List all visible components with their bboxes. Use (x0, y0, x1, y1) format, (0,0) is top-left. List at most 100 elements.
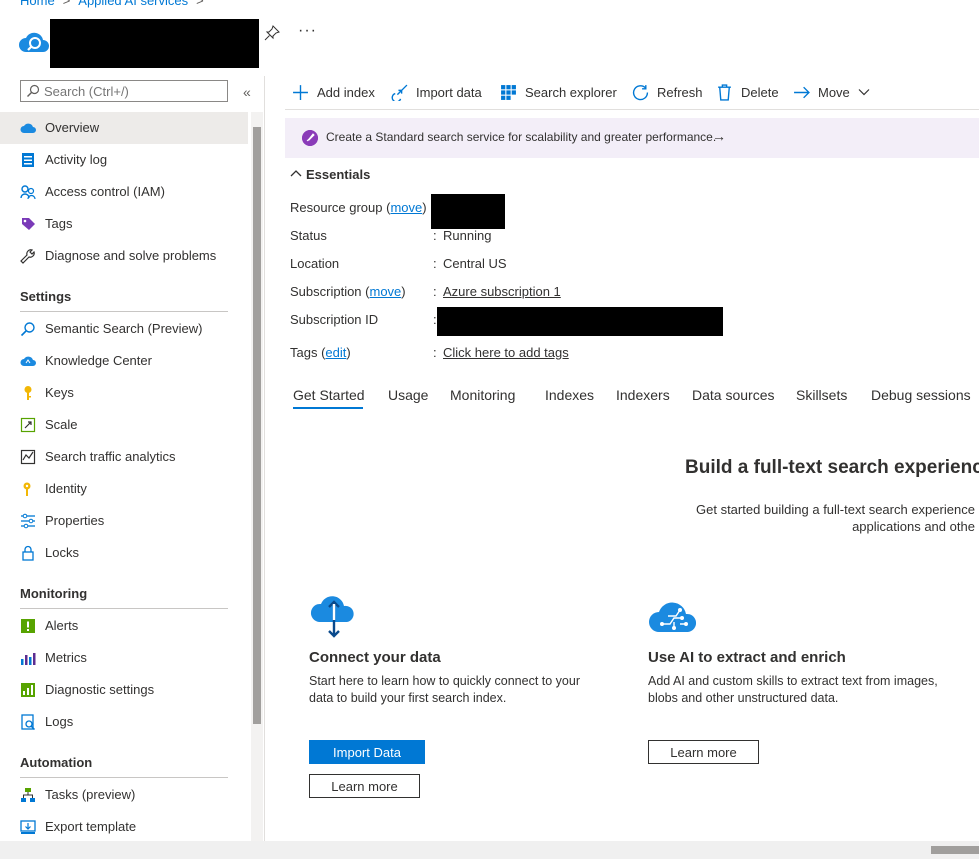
sidebar-item-label: Activity log (45, 152, 108, 167)
sidebar-item-label: Knowledge Center (45, 353, 152, 368)
rocket-icon (302, 130, 318, 146)
sidebar-item-scale[interactable]: Scale (0, 409, 248, 441)
sidebar-item-access-control[interactable]: Access control (IAM) (0, 176, 248, 208)
sidebar-item-export-template[interactable]: Export template (0, 811, 248, 843)
import-data-label: Import data (416, 84, 482, 100)
status-label: Status (290, 228, 327, 243)
identity-icon (23, 482, 31, 496)
horizontal-scrollbar[interactable] (0, 841, 979, 859)
sidebar-search[interactable] (20, 80, 228, 102)
essentials-heading: Essentials (306, 167, 371, 182)
sidebar-item-tasks[interactable]: Tasks (preview) (0, 779, 248, 811)
search-icon (27, 84, 40, 97)
scale-icon (20, 417, 36, 433)
sidebar-item-diagnose[interactable]: Diagnose and solve problems (0, 240, 248, 272)
sidebar-item-label: Properties (45, 513, 105, 528)
sidebar-item-label: Overview (45, 120, 100, 135)
sidebar-item-label: Diagnostic settings (45, 682, 155, 697)
import-icon (391, 84, 408, 101)
chevron-down-icon (858, 89, 870, 96)
delete-button[interactable]: Delete (716, 83, 779, 101)
breadcrumb-home[interactable]: Home (20, 0, 55, 8)
sidebar-search-input[interactable] (44, 83, 224, 99)
horizontal-scrollbar-thumb[interactable] (931, 846, 979, 854)
card-connect-title: Connect your data (309, 649, 441, 666)
tab-get-started[interactable]: Get Started (293, 387, 365, 403)
section-automation: Automation (20, 755, 93, 770)
subscription-move-link[interactable]: move (370, 284, 402, 299)
export-icon (20, 820, 36, 834)
sidebar-item-knowledge-center[interactable]: Knowledge Center (0, 345, 248, 377)
colon: : (433, 256, 437, 271)
sidebar-item-logs[interactable]: Logs (0, 706, 248, 738)
banner-text: Create a Standard search service for sca… (326, 130, 717, 144)
cloud-ai-icon (649, 602, 697, 632)
sidebar-item-tags[interactable]: Tags (0, 208, 248, 240)
tab-debug-sessions[interactable]: Debug sessions (871, 387, 971, 403)
activity-log-icon (22, 153, 34, 167)
status-value: Running (443, 228, 492, 243)
sidebar-item-label: Metrics (45, 650, 87, 665)
people-icon (20, 185, 36, 200)
learn-more-connect-button[interactable]: Learn more (309, 774, 420, 798)
tab-data-sources[interactable]: Data sources (692, 387, 774, 403)
essentials-toggle[interactable]: Essentials (290, 167, 370, 182)
subscription-id-label: Subscription ID (290, 312, 379, 327)
sidebar-item-search-traffic[interactable]: Search traffic analytics (0, 441, 248, 473)
subscription-link[interactable]: Azure subscription 1 (443, 284, 561, 299)
upgrade-banner[interactable]: Create a Standard search service for sca… (285, 118, 979, 158)
tab-indexes[interactable]: Indexes (545, 387, 594, 403)
import-data-button[interactable]: Import data (391, 83, 482, 101)
location-value: Central US (443, 256, 507, 271)
learn-more-ai-button[interactable]: Learn more (648, 740, 759, 764)
import-data-cta-button[interactable]: Import Data (309, 740, 425, 764)
tags-label: Tags (edit) (290, 345, 351, 360)
trash-icon (718, 83, 731, 101)
add-index-label: Add index (317, 84, 375, 100)
chevron-up-icon (290, 170, 302, 177)
collapse-sidebar-button[interactable]: « (243, 84, 251, 100)
divider (20, 608, 228, 609)
sidebar-item-activity-log[interactable]: Activity log (0, 144, 248, 176)
tags-edit-link[interactable]: edit (325, 345, 346, 360)
sidebar-item-semantic-search[interactable]: Semantic Search (Preview) (0, 313, 248, 345)
sidebar-item-diagnostic-settings[interactable]: Diagnostic settings (0, 674, 248, 706)
add-tags-link[interactable]: Click here to add tags (443, 345, 569, 360)
more-icon[interactable]: ··· (298, 22, 317, 40)
sidebar-item-overview[interactable]: Overview (0, 112, 248, 144)
sidebar-item-metrics[interactable]: Metrics (0, 642, 248, 674)
refresh-button[interactable]: Refresh (632, 83, 703, 101)
move-button[interactable]: Move (793, 83, 870, 101)
active-tab-indicator (293, 407, 363, 409)
sidebar-item-label: Keys (45, 385, 74, 400)
sidebar-item-keys[interactable]: Keys (0, 377, 248, 409)
subscription-id-redacted (437, 307, 723, 336)
tab-skillsets[interactable]: Skillsets (796, 387, 847, 403)
breadcrumb-applied-ai[interactable]: Applied AI services (78, 0, 188, 8)
divider (264, 76, 265, 841)
tab-indexers[interactable]: Indexers (616, 387, 670, 403)
sidebar-item-label: Alerts (45, 618, 79, 633)
pin-icon[interactable] (264, 25, 280, 41)
key-icon (24, 386, 32, 400)
tab-monitoring[interactable]: Monitoring (450, 387, 515, 403)
resource-group-move-link[interactable]: move (390, 200, 422, 215)
sidebar-item-label: Semantic Search (Preview) (45, 321, 203, 336)
sidebar-item-properties[interactable]: Properties (0, 505, 248, 537)
sidebar-scrollbar-thumb[interactable] (253, 127, 261, 724)
search-explorer-button[interactable]: Search explorer (500, 83, 617, 101)
add-index-button[interactable]: Add index (292, 83, 375, 101)
wrench-icon (20, 249, 35, 264)
tab-usage[interactable]: Usage (388, 387, 428, 403)
search-explorer-label: Search explorer (525, 84, 617, 100)
subtitle-line: Get started building a full-text search … (696, 502, 975, 517)
resource-name-redacted (50, 19, 259, 68)
arrow-right-icon (794, 86, 810, 98)
tag-icon (22, 218, 35, 230)
sidebar-item-locks[interactable]: Locks (0, 537, 248, 569)
cloud-icon (20, 356, 36, 366)
divider (285, 109, 979, 110)
refresh-icon (632, 84, 649, 100)
sidebar-item-alerts[interactable]: Alerts (0, 610, 248, 642)
sidebar-item-identity[interactable]: Identity (0, 473, 248, 505)
